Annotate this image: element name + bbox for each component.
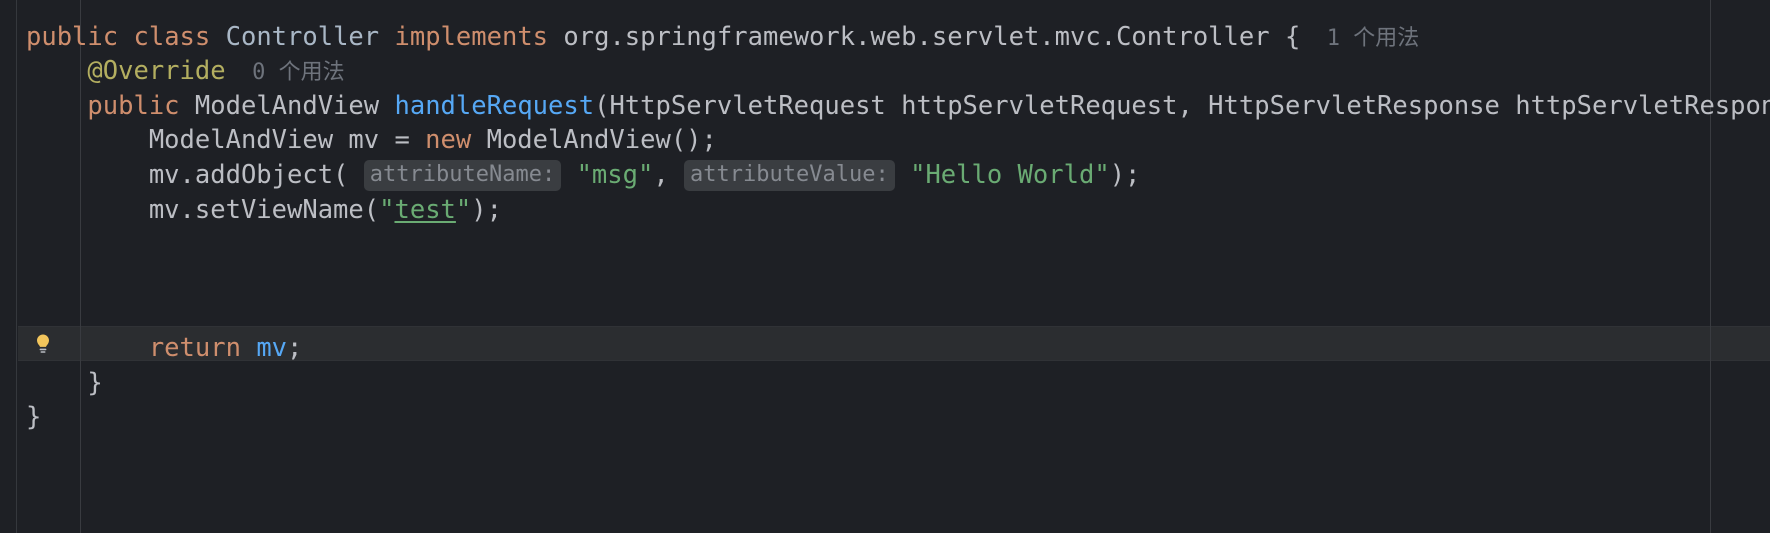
usage-count-hint[interactable]: 1 个用法 (1300, 26, 1419, 51)
parameter-inlay-hint[interactable]: attributeName: (364, 160, 561, 191)
code-line[interactable]: ModelAndView mv = new ModelAndView(); (26, 123, 717, 158)
code-token: } (26, 402, 41, 432)
code-token: ModelAndView (195, 91, 379, 121)
code-token: public (87, 91, 179, 121)
code-token: mv (256, 333, 287, 363)
line-indent (26, 91, 87, 121)
code-line[interactable]: public class Controller implements org.s… (26, 20, 1419, 55)
code-token: return (149, 333, 241, 363)
editor-gutter[interactable] (0, 0, 17, 533)
code-token (180, 91, 195, 121)
code-text-layer[interactable]: public class Controller implements org.s… (0, 0, 1770, 533)
line-indent (26, 368, 87, 398)
code-token: " (379, 195, 394, 225)
code-token (561, 160, 576, 190)
code-token: handleRequest (395, 91, 595, 121)
parameter-inlay-hint[interactable]: attributeValue: (684, 160, 895, 191)
code-line[interactable]: } (26, 366, 103, 401)
code-token (241, 333, 256, 363)
code-token: " (456, 195, 471, 225)
code-token: public (26, 22, 118, 52)
code-token (895, 160, 910, 190)
code-token: ); (1110, 160, 1141, 190)
line-indent (26, 160, 149, 190)
code-token: class (133, 22, 210, 52)
code-token: Controller (226, 22, 380, 52)
code-token: ModelAndView mv = (149, 125, 425, 155)
code-token: "Hello World" (910, 160, 1110, 190)
lightbulb-icon[interactable] (33, 333, 53, 355)
code-token: ); (471, 195, 502, 225)
code-line[interactable]: mv.addObject( attributeName: "msg", attr… (26, 158, 1140, 193)
code-token: mv.setViewName( (149, 195, 379, 225)
line-indent (26, 125, 149, 155)
code-token (210, 22, 225, 52)
code-line[interactable]: mv.setViewName("test"); (26, 193, 502, 228)
code-token: ModelAndView(); (471, 125, 717, 155)
code-token: implements (395, 22, 549, 52)
code-token: org.springframework.web.servlet.mvc.Cont… (548, 22, 1300, 52)
code-token: (HttpServletRequest httpServletRequest, … (594, 91, 1770, 121)
code-token: new (425, 125, 471, 155)
code-token: test (394, 195, 455, 225)
code-line[interactable]: return mv; (26, 331, 302, 366)
code-token: ; (287, 333, 302, 363)
code-token: , (653, 160, 684, 190)
code-token (379, 22, 394, 52)
code-token (118, 22, 133, 52)
line-indent (26, 56, 87, 86)
line-indent (26, 195, 149, 225)
code-editor[interactable]: public class Controller implements org.s… (0, 0, 1770, 533)
usage-count-hint[interactable]: 0 个用法 (226, 60, 345, 85)
code-token: mv.addObject( (149, 160, 364, 190)
code-line[interactable]: } (26, 400, 41, 435)
code-token: } (87, 368, 102, 398)
code-token: @Override (87, 56, 225, 86)
code-token (379, 91, 394, 121)
code-line[interactable]: public ModelAndView handleRequest(HttpSe… (26, 89, 1770, 124)
code-token: "msg" (577, 160, 654, 190)
code-line[interactable]: @Override 0 个用法 (26, 54, 345, 89)
